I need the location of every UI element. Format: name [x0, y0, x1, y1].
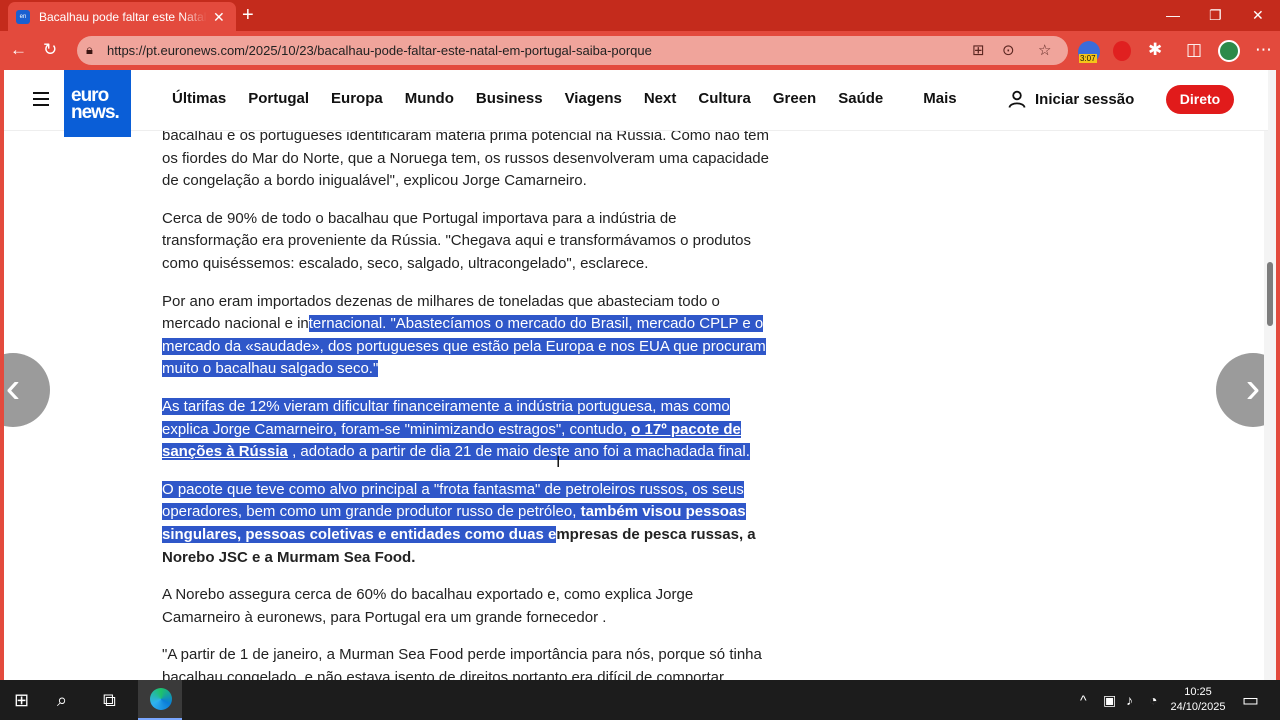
nav-item-mundo[interactable]: Mundo [405, 90, 454, 107]
tab-title: Bacalhau pode faltar este Natal em Portu… [39, 9, 207, 24]
euronews-logo[interactable]: euro news. [64, 70, 131, 137]
nav-item-mais[interactable]: Mais [923, 90, 956, 107]
scrollbar-thumb[interactable] [1267, 262, 1273, 326]
nav-item-portugal[interactable]: Portugal [248, 90, 309, 107]
meet-now-icon[interactable]: ▣ [1103, 690, 1116, 710]
user-icon [1008, 90, 1026, 108]
taskbar: ⊞ ⌕ ⧉ ^ ▣ ♪ ◔ 10:25 24/10/2025 ▭ [0, 680, 1280, 720]
minimize-icon[interactable]: — [1166, 6, 1180, 24]
nav-item-viagens[interactable]: Viagens [565, 90, 622, 107]
nav-item-next[interactable]: Next [644, 90, 677, 107]
start-windows-icon[interactable]: ⊞ [14, 690, 29, 710]
nav-item-green[interactable]: Green [773, 90, 816, 107]
paragraph-6: A Norebo assegura cerca de 60% do bacalh… [162, 586, 694, 626]
new-tab-icon[interactable]: + [242, 4, 254, 26]
close-window-icon[interactable]: ✕ [1252, 6, 1264, 24]
microphone-icon[interactable]: ♪ [1126, 690, 1133, 710]
login-label: Iniciar sessão [1035, 90, 1135, 108]
page-scrollbar[interactable] [1264, 70, 1276, 680]
task-view-icon[interactable]: ⧉ [103, 690, 116, 710]
nav-item-saude[interactable]: Saúde [838, 90, 883, 107]
favorite-star-icon[interactable]: ☆ [1038, 41, 1051, 59]
clock-date: 24/10/2025 [1170, 701, 1226, 713]
main-nav: Últimas Portugal Europa Mundo Business V… [172, 90, 979, 107]
euronews-favicon-icon: en [16, 9, 30, 24]
extension-red-icon[interactable] [1113, 41, 1131, 61]
nav-item-europa[interactable]: Europa [331, 90, 383, 107]
profile-avatar[interactable] [1218, 40, 1240, 62]
menu-icon[interactable] [33, 92, 49, 106]
paragraph-3: Por ano eram importados dezenas de milha… [162, 291, 774, 381]
clock-time: 10:25 [1184, 686, 1212, 698]
refresh-icon[interactable]: ↻ [43, 40, 57, 60]
paragraph-4-text-end: , adotado a partir de dia 21 de maio des… [287, 443, 750, 461]
show-hidden-icons-icon[interactable]: ^ [1080, 690, 1087, 710]
login-link[interactable]: Iniciar sessão [1008, 90, 1134, 108]
site-info-icon[interactable]: 🔒︎ [86, 42, 93, 58]
extensions-puzzle-icon[interactable]: ✱ [1148, 40, 1162, 60]
title-bar: en Bacalhau pode faltar este Natal em Po… [0, 0, 1280, 31]
paragraph-4: As tarifas de 12% vieram dificultar fina… [162, 396, 774, 464]
paragraph-1: bacalhau e os portugueses identificaram … [162, 127, 769, 190]
article-body: bacalhau e os portugueses identificaram … [162, 125, 774, 680]
address-bar[interactable]: 🔒︎ https://pt.euronews.com/2025/10/23/ba… [77, 36, 1068, 65]
nav-item-business[interactable]: Business [476, 90, 543, 107]
paragraph-5: O pacote que teve como alvo principal a … [162, 479, 774, 569]
browser-toolbar: ← ↻ 🔒︎ https://pt.euronews.com/2025/10/2… [0, 31, 1280, 70]
paragraph-7: "A partir de 1 de janeiro, a Murman Sea … [162, 646, 762, 680]
url-text[interactable]: https://pt.euronews.com/2025/10/23/bacal… [107, 43, 652, 58]
browser-tab[interactable]: en Bacalhau pode faltar este Natal em Po… [8, 2, 236, 31]
split-screen-icon[interactable]: ◫ [1186, 40, 1202, 60]
settings-more-icon[interactable]: ⋯ [1255, 40, 1272, 60]
logo-line2: news. [71, 102, 120, 123]
restore-icon[interactable]: ❐ [1209, 6, 1222, 24]
previous-article-arrow-icon[interactable]: ‹ [4, 353, 50, 427]
edge-browser-icon [150, 688, 172, 710]
extension-badge: 3:07 [1079, 54, 1097, 63]
close-tab-icon[interactable]: ✕ [213, 10, 225, 24]
web-page: euro news. Últimas Portugal Europa Mundo… [4, 70, 1276, 680]
live-button[interactable]: Direto [1166, 85, 1234, 114]
system-clock[interactable]: 10:25 24/10/2025 [1165, 685, 1231, 715]
window-frame-right [1276, 70, 1280, 680]
notifications-icon[interactable]: ▭ [1242, 690, 1259, 710]
nav-item-cultura[interactable]: Cultura [698, 90, 751, 107]
nav-item-ultimas[interactable]: Últimas [172, 90, 226, 107]
apps-icon[interactable]: ⊞ [972, 41, 985, 59]
more-tools-icon[interactable]: ⊙ [1002, 41, 1015, 59]
search-icon[interactable]: ⌕ [57, 690, 67, 710]
network-icon[interactable]: ◔ [1149, 690, 1157, 710]
paragraph-2: Cerca de 90% de todo o bacalhau que Port… [162, 209, 751, 272]
site-header: euro news. Últimas Portugal Europa Mundo… [4, 70, 1268, 137]
text-cursor-icon: I [556, 454, 561, 471]
back-icon[interactable]: ← [10, 40, 27, 60]
